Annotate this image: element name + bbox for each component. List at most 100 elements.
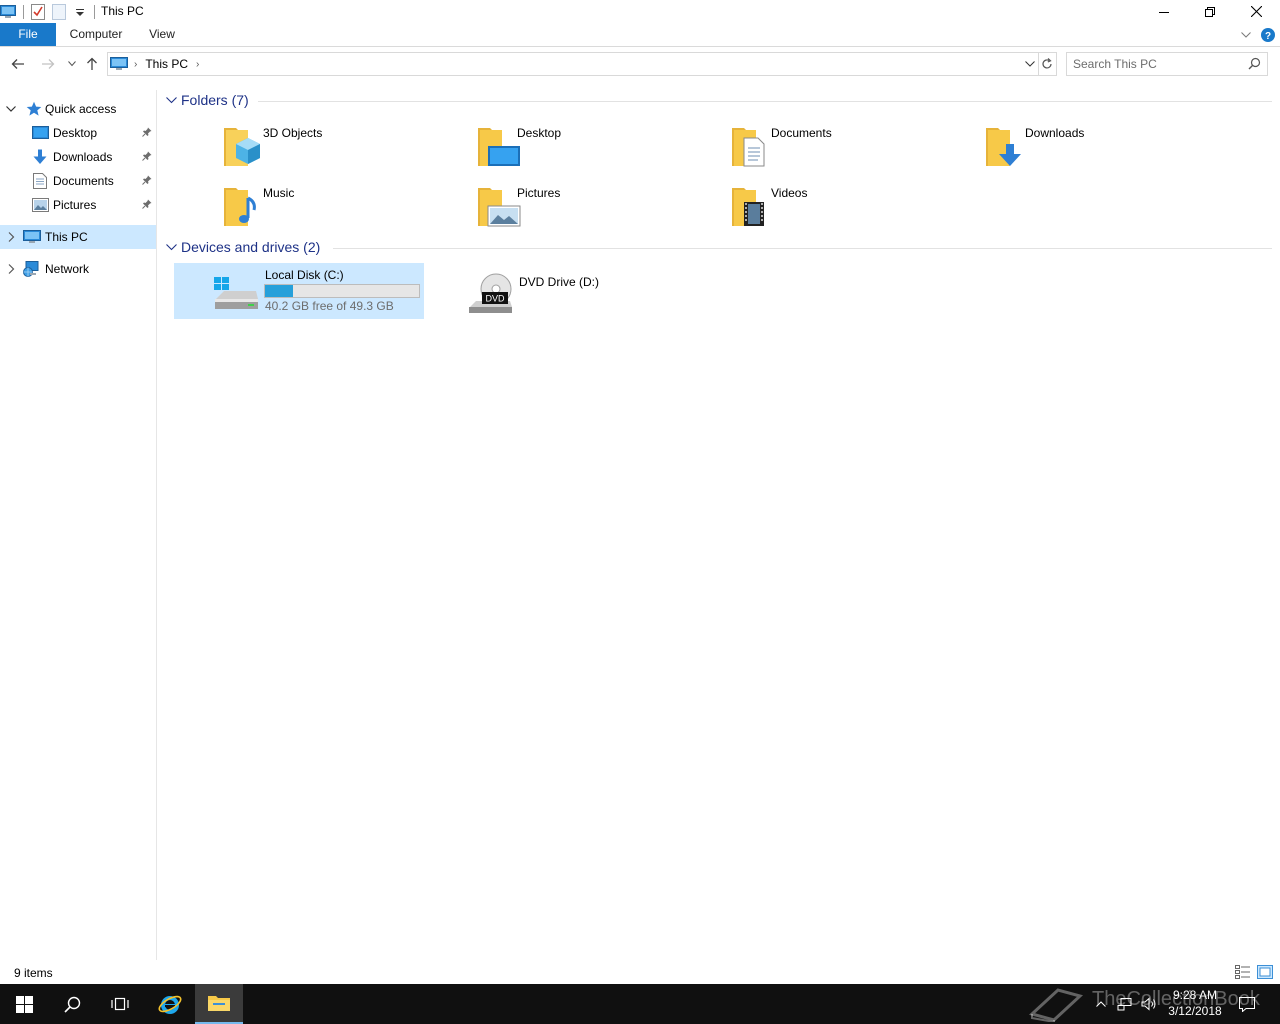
folder-label: 3D Objects <box>263 126 323 140</box>
address-bar[interactable]: › This PC › <box>107 52 1039 76</box>
chevron-down-icon[interactable] <box>166 243 177 251</box>
refresh-button[interactable] <box>1038 52 1057 76</box>
pictures-folder-icon <box>478 188 521 227</box>
ribbon-controls: ? <box>1236 23 1280 46</box>
new-folder-icon[interactable] <box>51 4 67 20</box>
search-icon <box>63 996 80 1013</box>
customize-toolbar-dropdown-icon[interactable] <box>72 4 88 20</box>
drive-usage-fill <box>265 285 294 297</box>
volume-tray-button[interactable] <box>1138 984 1160 1024</box>
task-view-button[interactable] <box>96 984 144 1024</box>
folder-music[interactable]: Music <box>214 180 464 236</box>
address-history-dropdown[interactable] <box>1022 53 1038 75</box>
folder-desktop[interactable]: Desktop <box>468 120 718 176</box>
window-title: This PC <box>101 4 144 18</box>
folder-documents[interactable]: Documents <box>722 120 972 176</box>
back-button[interactable] <box>8 54 28 74</box>
breadcrumb-item-this-pc[interactable]: This PC <box>145 57 188 71</box>
taskbar-internet-explorer[interactable] <box>146 984 194 1024</box>
search-box[interactable] <box>1066 52 1268 76</box>
nav-item-this-pc[interactable]: This PC <box>0 225 156 249</box>
3d-objects-folder-icon <box>224 128 260 166</box>
ribbon-tabs: File Computer View ? <box>0 23 1280 47</box>
action-center-button[interactable] <box>1236 984 1258 1024</box>
search-input[interactable] <box>1073 56 1238 72</box>
videos-folder-icon <box>732 188 764 226</box>
folder-label: Documents <box>771 126 832 140</box>
chevron-right-icon[interactable] <box>5 231 17 243</box>
clock-date: 3/12/2018 <box>1168 1004 1222 1018</box>
pin-icon <box>142 151 152 161</box>
task-view-icon <box>111 997 129 1011</box>
drive-dvd-d[interactable]: DVD DVD Drive (D:) <box>428 263 678 319</box>
nav-label: Documents <box>53 174 114 188</box>
quick-access-toolbar <box>0 2 101 22</box>
drive-local-disk-c[interactable]: Local Disk (C:) 40.2 GB free of 49.3 GB <box>174 263 424 319</box>
group-header-devices-and-drives[interactable]: Devices and drives (2) <box>158 238 1272 258</box>
drive-usage-bar <box>264 284 420 298</box>
start-button[interactable] <box>0 984 48 1024</box>
network-icon <box>1117 998 1132 1011</box>
clock[interactable]: 9:28 AM 3/12/2018 <box>1160 987 1230 1019</box>
toolbar-separator <box>94 5 95 19</box>
nav-item-downloads[interactable]: Downloads <box>0 145 156 169</box>
pin-icon <box>142 127 152 137</box>
group-title: Folders (7) <box>181 92 249 108</box>
show-hidden-icons-button[interactable] <box>1090 984 1112 1024</box>
chevron-down-icon[interactable] <box>5 103 17 115</box>
dvd-badge-label: DVD <box>485 294 505 304</box>
search-icon[interactable] <box>1248 57 1261 73</box>
navigation-pane: Quick access Desktop Downloads Documents… <box>0 90 157 960</box>
taskbar: TheCollectionBook 9:28 AM 3/12/2018 <box>0 984 1280 1024</box>
downloads-folder-icon <box>986 128 1021 166</box>
tab-file[interactable]: File <box>0 23 56 46</box>
status-bar: 9 items <box>0 962 1280 984</box>
expand-ribbon-chevron-icon[interactable] <box>1236 31 1256 38</box>
chevron-right-icon[interactable] <box>5 263 17 275</box>
close-button[interactable] <box>1233 0 1279 23</box>
minimize-icon <box>1159 11 1169 13</box>
details-view-icon[interactable] <box>1235 965 1251 979</box>
hard-drive-icon <box>214 277 258 309</box>
properties-icon[interactable] <box>30 4 46 20</box>
network-tray-button[interactable] <box>1114 984 1136 1024</box>
notifications-icon <box>1239 996 1255 1012</box>
group-header-folders[interactable]: Folders (7) <box>158 91 1272 111</box>
documents-folder-icon <box>732 128 765 167</box>
chevron-down-icon[interactable] <box>166 96 177 104</box>
recent-locations-button[interactable] <box>62 54 82 74</box>
help-icon[interactable]: ? <box>1256 27 1280 42</box>
computer-icon[interactable] <box>0 4 16 20</box>
breadcrumb-separator-icon[interactable]: › <box>134 59 137 70</box>
close-icon <box>1250 6 1262 17</box>
desktop-folder-icon <box>478 128 520 166</box>
nav-item-pictures[interactable]: Pictures <box>0 193 156 217</box>
up-button[interactable] <box>82 54 102 74</box>
folder-label: Music <box>263 186 295 200</box>
taskbar-file-explorer[interactable] <box>195 984 243 1024</box>
tab-view[interactable]: View <box>140 23 184 46</box>
breadcrumb-separator-icon[interactable]: › <box>196 59 199 70</box>
nav-item-network[interactable]: Network <box>0 257 156 281</box>
nav-item-desktop[interactable]: Desktop <box>0 121 156 145</box>
refresh-icon <box>1042 58 1052 69</box>
minimize-button[interactable] <box>1141 0 1187 23</box>
pictures-icon <box>31 196 49 214</box>
folder-pictures[interactable]: Pictures <box>468 180 718 236</box>
forward-button[interactable] <box>38 54 58 74</box>
file-explorer-icon <box>208 996 230 1011</box>
nav-label: Network <box>45 262 90 276</box>
nav-item-documents[interactable]: Documents <box>0 169 156 193</box>
folder-videos[interactable]: Videos <box>722 180 972 236</box>
speaker-icon <box>1141 997 1156 1011</box>
folder-label: Pictures <box>517 186 561 200</box>
large-icons-view-icon[interactable] <box>1257 965 1273 979</box>
search-button[interactable] <box>48 984 96 1024</box>
nav-label: Desktop <box>53 126 98 140</box>
restore-button[interactable] <box>1187 0 1233 23</box>
up-arrow-icon <box>87 57 97 70</box>
nav-item-quick-access[interactable]: Quick access <box>0 97 156 121</box>
tab-computer[interactable]: Computer <box>60 23 132 46</box>
folder-downloads[interactable]: Downloads <box>976 120 1226 176</box>
folder-3d-objects[interactable]: 3D Objects <box>214 120 464 176</box>
